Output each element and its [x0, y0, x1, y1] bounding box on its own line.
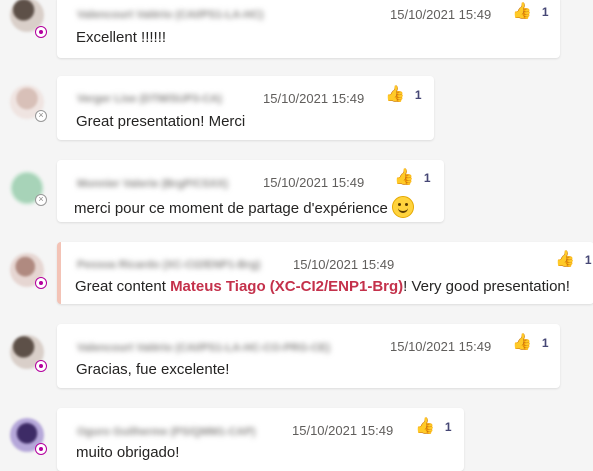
like-reaction[interactable]: 👍 1 — [555, 252, 592, 268]
thumbs-up-icon: 👍 — [385, 86, 405, 103]
reaction-count: 1 — [584, 253, 592, 267]
presence-away-icon — [35, 360, 47, 372]
message-card[interactable]: Valencourt Valério (CAI/PS1-LA-HC) 15/10… — [57, 0, 560, 58]
reaction-count: 1 — [541, 336, 549, 350]
message-card[interactable]: Verger Lise (DTM/SUP3-CA) 15/10/2021 15:… — [57, 76, 434, 140]
sender-name[interactable]: Monnier Valerie (BrgP/CSXX) — [77, 178, 228, 190]
like-reaction[interactable]: 👍 1 — [385, 87, 422, 103]
thumbs-up-icon: 👍 — [512, 334, 532, 351]
reaction-count: 1 — [423, 171, 431, 185]
presence-offline-icon — [35, 194, 47, 206]
thumbs-up-icon: 👍 — [512, 3, 532, 20]
message-card[interactable]: Oguro Guilherme (PS/QMM1-CAP) 15/10/2021… — [57, 408, 464, 471]
presence-away-icon — [35, 277, 47, 289]
message-text: merci pour ce moment de partage d'expéri… — [74, 196, 414, 218]
message-text: Gracias, fue excelente! — [76, 361, 230, 378]
sender-name[interactable]: Valencourt Valério (CAI/PS1-LA-HC-CO-PRG… — [77, 342, 330, 354]
like-reaction[interactable]: 👍 1 — [394, 170, 431, 186]
like-reaction[interactable]: 👍 1 — [512, 4, 549, 20]
message-text: Excellent !!!!!! — [76, 29, 167, 46]
timestamp: 15/10/2021 15:49 — [292, 423, 394, 438]
presence-away-icon — [35, 443, 47, 455]
thumbs-up-icon: 👍 — [394, 169, 414, 186]
message-text-content: merci pour ce moment de partage d'expéri… — [74, 200, 388, 217]
message-card[interactable]: Valencourt Valério (CAI/PS1-LA-HC-CO-PRG… — [57, 324, 560, 388]
sender-name[interactable]: Verger Lise (DTM/SUP3-CA) — [77, 93, 222, 105]
message-text: Great presentation! Merci — [76, 113, 246, 130]
message-text: Great content Mateus Tiago (XC-CI2/ENP1-… — [75, 278, 570, 295]
timestamp: 15/10/2021 15:49 — [293, 257, 395, 272]
message-text-after: ! Very good presentation! — [403, 278, 570, 295]
like-reaction[interactable]: 👍 1 — [512, 335, 549, 351]
message-card[interactable]: Monnier Valerie (BrgP/CSXX) 15/10/2021 1… — [57, 160, 444, 222]
smiley-icon — [391, 196, 414, 218]
reaction-count: 1 — [541, 5, 549, 19]
sender-name[interactable]: Oguro Guilherme (PS/QMM1-CAP) — [77, 426, 255, 438]
presence-offline-icon — [35, 110, 47, 122]
sender-name[interactable]: Valencourt Valério (CAI/PS1-LA-HC) — [77, 9, 263, 21]
thumbs-up-icon: 👍 — [415, 418, 435, 435]
timestamp: 15/10/2021 15:49 — [263, 175, 365, 190]
presence-away-icon — [35, 26, 47, 38]
reaction-count: 1 — [414, 88, 422, 102]
thumbs-up-icon: 👍 — [555, 251, 575, 268]
timestamp: 15/10/2021 15:49 — [390, 339, 492, 354]
timestamp: 15/10/2021 15:49 — [263, 91, 365, 106]
user-mention[interactable]: Mateus Tiago (XC-CI2/ENP1-Brg) — [170, 278, 403, 295]
timestamp: 15/10/2021 15:49 — [390, 7, 492, 22]
reaction-count: 1 — [444, 420, 452, 434]
message-card-mention[interactable]: Pessoa Ricardo (XC-CI2/ENP1-Brg) 15/10/2… — [57, 242, 593, 304]
like-reaction[interactable]: 👍 1 — [415, 419, 452, 435]
sender-name[interactable]: Pessoa Ricardo (XC-CI2/ENP1-Brg) — [77, 259, 260, 271]
message-text: muito obrigado! — [76, 444, 180, 461]
message-text-before: Great content — [75, 278, 171, 295]
